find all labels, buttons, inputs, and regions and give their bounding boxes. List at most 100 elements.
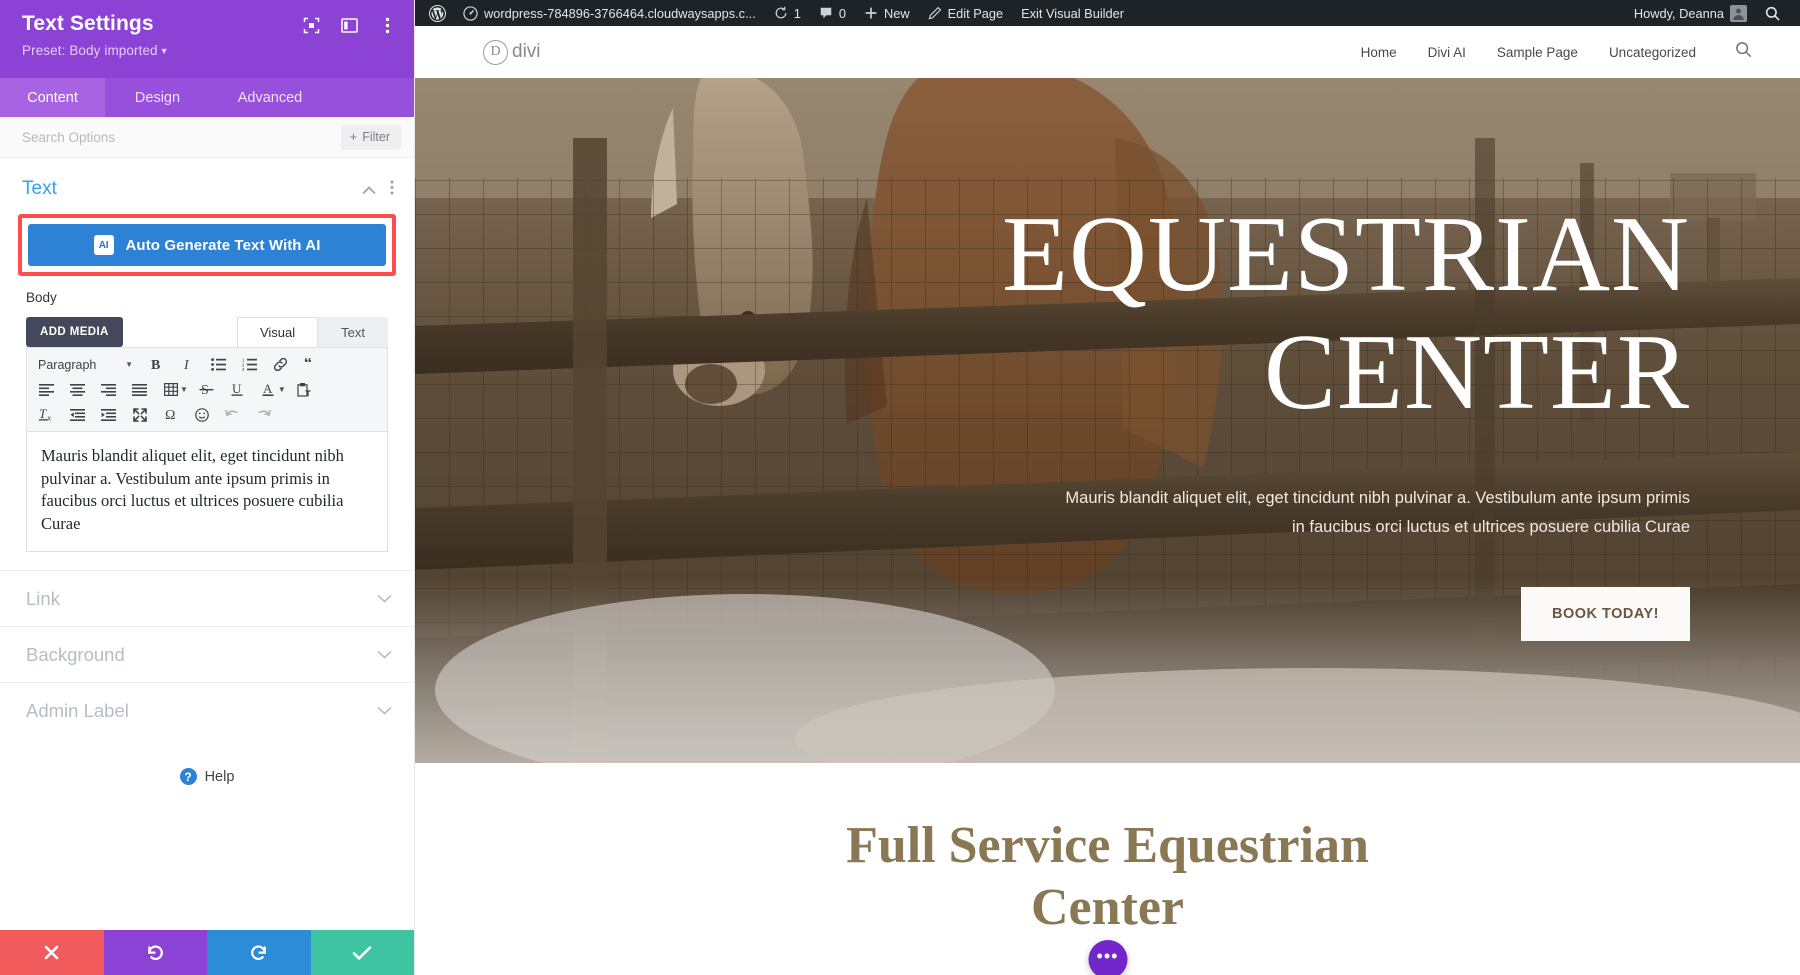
paste-as-text-icon[interactable]: [289, 377, 320, 402]
help-label: Help: [204, 768, 235, 785]
settings-tabs: Content Design Advanced: [0, 78, 414, 117]
chevron-down-icon: [377, 702, 392, 720]
svg-text:T: T: [39, 407, 47, 421]
italic-icon[interactable]: I: [172, 352, 203, 377]
indent-icon[interactable]: [93, 402, 124, 427]
avatar: [1730, 4, 1747, 22]
fullscreen-icon[interactable]: [124, 402, 155, 427]
site-name-label: wordpress-784896-3766464.cloudwaysapps.c…: [484, 5, 756, 21]
comments-menu[interactable]: 0: [810, 0, 855, 26]
clear-formatting-icon[interactable]: Tx: [31, 402, 62, 427]
updates-menu[interactable]: 1: [765, 0, 810, 26]
accordion-admin-label[interactable]: Admin Label: [0, 682, 414, 738]
body-text-editor[interactable]: Mauris blandit aliquet elit, eget tincid…: [26, 431, 388, 552]
format-select-label: Paragraph: [38, 357, 97, 372]
accordion-background-label: Background: [26, 643, 125, 665]
account-menu[interactable]: Howdy, Deanna: [1625, 0, 1756, 26]
preset-selector[interactable]: Preset: Body imported ▼: [22, 43, 169, 58]
hero-title-line-1: EQUESTRIAN: [1002, 195, 1690, 314]
accordion-background[interactable]: Background: [0, 626, 414, 682]
svg-text:U: U: [232, 382, 242, 396]
settings-panel-header: Text Settings Preset: Body imported ▼: [0, 0, 414, 78]
focus-icon[interactable]: [302, 16, 320, 34]
nav-item-home[interactable]: Home: [1361, 45, 1397, 60]
wordpress-admin-bar: wordpress-784896-3766464.cloudwaysapps.c…: [415, 0, 1800, 26]
table-dropdown-icon[interactable]: ▼: [180, 385, 188, 394]
toolbar-row-1: Paragraph ▼ B I 1 2 3 “: [31, 352, 385, 377]
cancel-button[interactable]: [0, 930, 104, 975]
help-link[interactable]: ? Help: [0, 738, 414, 785]
blockquote-icon[interactable]: “: [296, 352, 327, 377]
section-header-text[interactable]: Text: [0, 158, 414, 214]
redo-button[interactable]: [207, 930, 311, 975]
svg-text:I: I: [183, 358, 190, 372]
hero-title-line-2: CENTER: [1264, 313, 1690, 432]
align-justify-icon[interactable]: [124, 377, 155, 402]
hero-content: EQUESTRIAN CENTER Mauris blandit aliquet…: [415, 78, 1800, 763]
question-mark-icon: ?: [179, 768, 197, 785]
align-left-icon[interactable]: [31, 377, 62, 402]
outdent-icon[interactable]: [62, 402, 93, 427]
search-input[interactable]: [22, 129, 333, 145]
text-color-dropdown-icon[interactable]: ▼: [278, 385, 286, 394]
settings-footer-actions: [0, 930, 414, 975]
special-character-icon[interactable]: Ω: [155, 402, 186, 427]
more-vertical-icon[interactable]: [378, 16, 396, 34]
undo-button[interactable]: [103, 930, 207, 975]
exit-visual-builder-menu[interactable]: Exit Visual Builder: [1012, 0, 1133, 26]
save-button[interactable]: [310, 930, 414, 975]
emoji-icon[interactable]: [186, 402, 217, 427]
tab-design[interactable]: Design: [105, 78, 210, 117]
bold-icon[interactable]: B: [141, 352, 172, 377]
underline-icon[interactable]: U: [222, 377, 253, 402]
body-field-label: Body: [26, 290, 57, 305]
strikethrough-icon[interactable]: S: [191, 377, 222, 402]
svg-text:Ω: Ω: [165, 408, 175, 422]
site-name-menu[interactable]: wordpress-784896-3766464.cloudwaysapps.c…: [454, 0, 765, 26]
tab-text[interactable]: Text: [318, 317, 388, 347]
auto-generate-text-with-ai-button[interactable]: AI Auto Generate Text With AI: [28, 224, 386, 266]
numbered-list-icon[interactable]: 1 2 3: [234, 352, 265, 377]
tab-visual[interactable]: Visual: [236, 317, 319, 347]
logo-mark-icon: D: [483, 39, 508, 65]
chevron-down-icon: ▼: [159, 46, 169, 56]
settings-accordion: Link Background Admin Label: [0, 570, 414, 738]
main-navigation: Home Divi AI Sample Page Uncategorized: [1361, 41, 1752, 63]
edit-page-label: Edit Page: [947, 5, 1004, 21]
accordion-link[interactable]: Link: [0, 570, 414, 626]
link-icon[interactable]: [265, 352, 296, 377]
tab-content[interactable]: Content: [0, 78, 105, 117]
add-media-button[interactable]: ADD MEDIA: [26, 317, 123, 347]
editor-toolbar: Paragraph ▼ B I 1 2 3 “ ▼ U A ▼ T x Ω: [26, 347, 388, 431]
hero-title: EQUESTRIAN CENTER: [1002, 196, 1690, 432]
bulleted-list-icon[interactable]: [203, 352, 234, 377]
logo-text: divi: [512, 41, 541, 62]
edit-page-menu[interactable]: Edit Page: [919, 0, 1013, 26]
align-center-icon[interactable]: [62, 377, 93, 402]
plus-icon: +: [349, 129, 358, 144]
undo-icon[interactable]: [217, 402, 248, 427]
book-today-button[interactable]: BOOK TODAY!: [1520, 587, 1690, 641]
filter-label: Filter: [362, 129, 390, 144]
divi-builder-fab-button[interactable]: •••: [1088, 940, 1127, 975]
hero-section: EQUESTRIAN CENTER Mauris blandit aliquet…: [415, 78, 1800, 763]
filter-button[interactable]: + Filter: [340, 124, 401, 150]
ai-badge-icon: AI: [93, 235, 114, 255]
nav-search-icon[interactable]: [1735, 41, 1752, 63]
redo-icon[interactable]: [248, 402, 279, 427]
wordpress-logo-icon[interactable]: [425, 0, 454, 26]
nav-item-sample-page[interactable]: Sample Page: [1497, 45, 1578, 60]
paragraph-format-select[interactable]: Paragraph ▼: [31, 352, 141, 377]
layout-panel-icon[interactable]: [340, 16, 358, 34]
site-logo[interactable]: D divi: [483, 39, 541, 65]
align-right-icon[interactable]: [93, 377, 124, 402]
nav-item-uncategorized[interactable]: Uncategorized: [1609, 45, 1696, 60]
new-menu[interactable]: New: [855, 0, 919, 26]
ai-button-highlight: AI Auto Generate Text With AI: [18, 214, 396, 276]
search-icon[interactable]: [1756, 0, 1789, 26]
section-more-icon[interactable]: [390, 180, 394, 199]
tab-advanced[interactable]: Advanced: [210, 78, 330, 117]
svg-text:A: A: [263, 382, 273, 396]
nav-item-divi-ai[interactable]: Divi AI: [1428, 45, 1466, 60]
chevron-up-icon[interactable]: [362, 182, 376, 196]
